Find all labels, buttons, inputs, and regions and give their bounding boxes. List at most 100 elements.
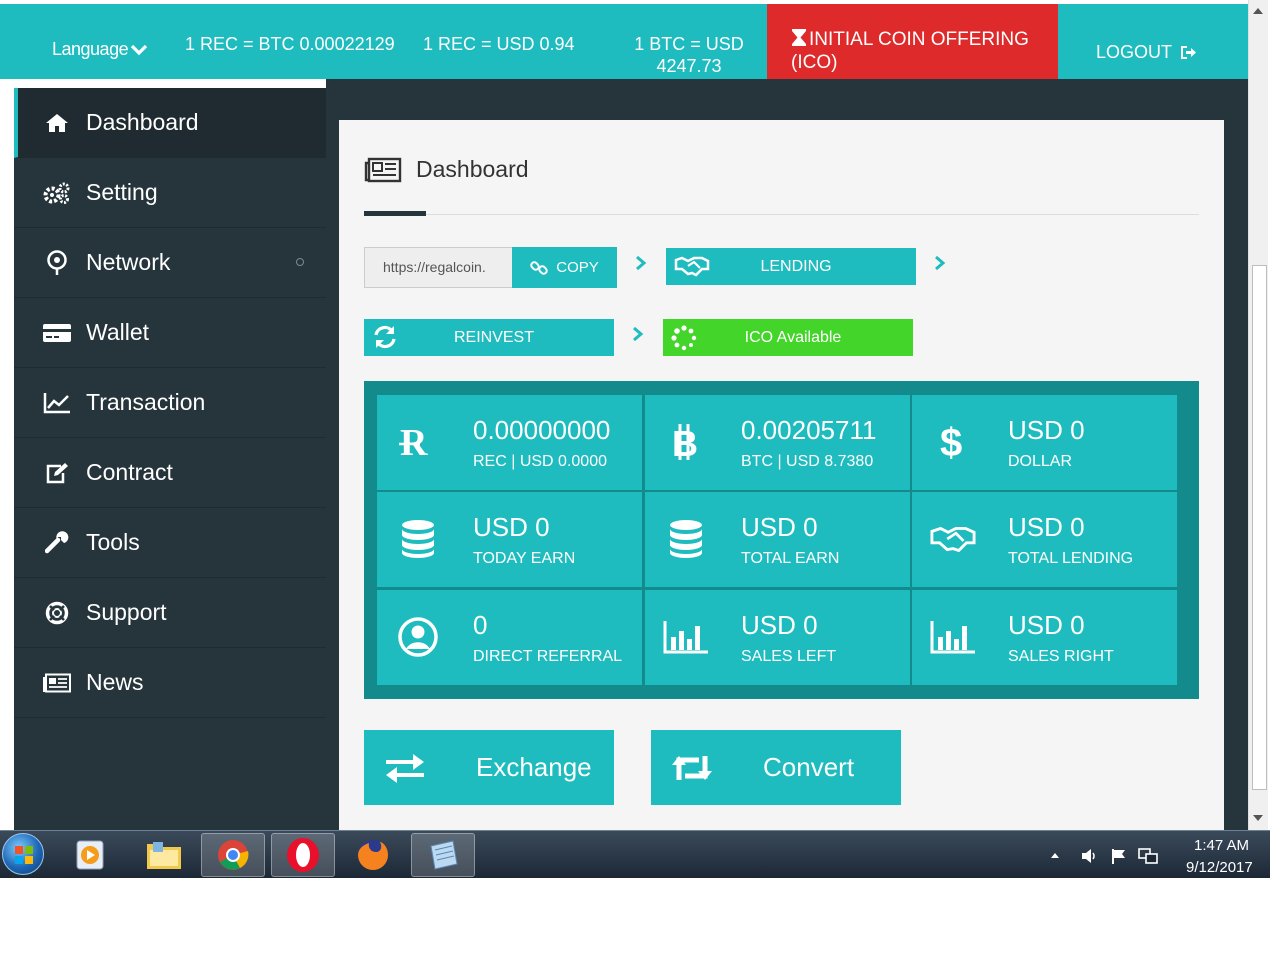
stat-label: TODAY EARN <box>473 550 576 567</box>
title-underline <box>364 211 426 216</box>
sidebar-item-network[interactable]: Network <box>14 228 326 298</box>
handshake-icon <box>930 516 976 562</box>
taskbar-notepad[interactable] <box>411 833 475 877</box>
reinvest-label: REINVEST <box>453 328 534 346</box>
svg-text:B: B <box>672 423 698 461</box>
refresh-icon <box>372 325 398 354</box>
copy-button[interactable]: COPY <box>512 247 617 288</box>
wrench-icon <box>42 530 72 555</box>
sign-out-icon <box>1181 46 1197 59</box>
stat-value: 0.00000000 <box>473 415 611 445</box>
ico-banner-line2: (ICO) <box>791 52 838 73</box>
sidebar: Dashboard Setting Network Wallet Transac… <box>14 88 326 830</box>
database-icon <box>395 516 441 562</box>
taskbar-chrome[interactable] <box>201 833 265 877</box>
line-chart-icon <box>42 392 72 414</box>
clock-time[interactable]: 1:47 AM <box>1194 837 1249 854</box>
stat-value: USD 0 <box>741 610 818 640</box>
edit-icon <box>42 462 72 484</box>
newspaper-icon <box>364 157 402 182</box>
sidebar-item-news[interactable]: News <box>14 648 326 718</box>
show-hidden-icons-icon[interactable] <box>1050 851 1060 859</box>
volume-icon[interactable] <box>1080 847 1098 865</box>
browser-viewport: Language 1 REC = BTC 0.00022129 1 REC = … <box>0 0 1280 960</box>
taskbar-firefox[interactable] <box>341 833 405 877</box>
credit-card-icon <box>42 323 72 343</box>
title-divider <box>364 214 1199 215</box>
rate-btc-usd-line1: 1 BTC = USD <box>634 34 744 54</box>
scroll-thumb[interactable] <box>1252 265 1267 790</box>
rate-rec-usd: 1 REC = USD 0.94 <box>423 34 575 54</box>
circle-indicator-icon <box>296 258 304 266</box>
convert-button[interactable]: Convert <box>651 730 901 805</box>
stat-value: 0.00205711 <box>741 415 877 445</box>
database-icon <box>663 516 709 562</box>
rate-btc-usd-line2: 4247.73 <box>656 56 722 76</box>
opera-icon <box>287 838 319 872</box>
notepad-icon <box>430 840 458 870</box>
network-icon[interactable] <box>1138 847 1158 865</box>
action-center-flag-icon[interactable] <box>1110 847 1128 865</box>
sidebar-item-label: Wallet <box>86 319 150 345</box>
stat-value: 0 <box>473 610 488 640</box>
start-button[interactable] <box>2 833 44 875</box>
retweet-icon <box>671 752 713 791</box>
stat-label: REC | USD 0.0000 <box>473 453 607 470</box>
stat-value: USD 0 <box>1008 415 1085 445</box>
stat-card-rec: R 0.00000000 REC | USD 0.0000 <box>377 395 642 490</box>
stat-label: DIRECT REFERRAL <box>473 648 623 665</box>
firefox-icon <box>358 840 388 870</box>
logout-label: LOGOUT <box>1096 42 1173 62</box>
stat-card-total-earn: USD 0 TOTAL EARN <box>645 492 910 587</box>
taskbar-media-player[interactable] <box>58 833 122 877</box>
ico-available-button[interactable]: ICO Available <box>663 319 913 356</box>
sidebar-item-support[interactable]: Support <box>14 578 326 648</box>
logout-button[interactable]: LOGOUT <box>1096 41 1197 63</box>
lending-button[interactable]: LENDING <box>666 248 916 285</box>
taskbar-opera[interactable] <box>271 833 335 877</box>
hourglass-icon <box>792 29 806 46</box>
sidebar-item-contract[interactable]: Contract <box>14 438 326 508</box>
language-label: Language <box>52 39 129 59</box>
page-title-text: Dashboard <box>416 156 529 182</box>
sidebar-item-tools[interactable]: Tools <box>14 508 326 578</box>
language-dropdown[interactable]: Language <box>52 38 148 60</box>
gears-icon <box>42 181 72 205</box>
svg-text:R: R <box>400 422 428 462</box>
dollar-icon: $ <box>930 419 976 465</box>
rate-rec-btc: 1 REC = BTC 0.00022129 <box>185 34 395 54</box>
reinvest-button[interactable]: REINVEST <box>364 319 614 356</box>
sidebar-item-transaction[interactable]: Transaction <box>14 368 326 438</box>
sidebar-item-label: Dashboard <box>86 109 199 135</box>
stat-label: DOLLAR <box>1008 453 1073 470</box>
sidebar-item-label: Support <box>86 599 167 625</box>
handshake-icon <box>674 254 710 283</box>
scroll-down-arrow-icon[interactable] <box>1253 815 1263 821</box>
sidebar-item-setting[interactable]: Setting <box>14 158 326 228</box>
stat-value: USD 0 <box>1008 610 1085 640</box>
stat-card-btc: B 0.00205711 BTC | USD 8.7380 <box>645 395 910 490</box>
scroll-up-arrow-icon[interactable] <box>1253 8 1263 14</box>
taskbar-file-explorer[interactable] <box>132 833 196 877</box>
referral-link-input[interactable]: https://regalcoin. <box>364 247 512 288</box>
stat-label: TOTAL LENDING <box>1008 550 1134 567</box>
chevron-right-icon <box>935 255 946 271</box>
folder-icon <box>147 842 181 869</box>
chevron-right-icon <box>636 255 647 271</box>
windows-taskbar: 1:47 AM 9/12/2017 <box>0 830 1270 878</box>
sidebar-item-label: Transaction <box>86 389 206 415</box>
svg-text:$: $ <box>940 421 962 463</box>
top-bar: Language 1 REC = BTC 0.00022129 1 REC = … <box>0 4 1248 98</box>
bar-chart-icon <box>663 614 709 660</box>
ico-available-label: ICO Available <box>744 328 842 346</box>
stat-label: BTC | USD 8.7380 <box>741 453 874 470</box>
clock-date[interactable]: 9/12/2017 <box>1186 859 1253 876</box>
ico-banner-line1: INITIAL COIN OFFERING <box>809 29 1029 50</box>
rate-btc-usd: 1 BTC = USD 4247.73 <box>620 33 758 77</box>
sidebar-item-dashboard[interactable]: Dashboard <box>14 88 326 158</box>
sidebar-item-wallet[interactable]: Wallet <box>14 298 326 368</box>
page-scrollbar[interactable] <box>1248 0 1268 830</box>
system-tray: 1:47 AM 9/12/2017 <box>1040 831 1270 879</box>
exchange-button[interactable]: Exchange <box>364 730 614 805</box>
chevron-down-icon <box>130 45 148 56</box>
